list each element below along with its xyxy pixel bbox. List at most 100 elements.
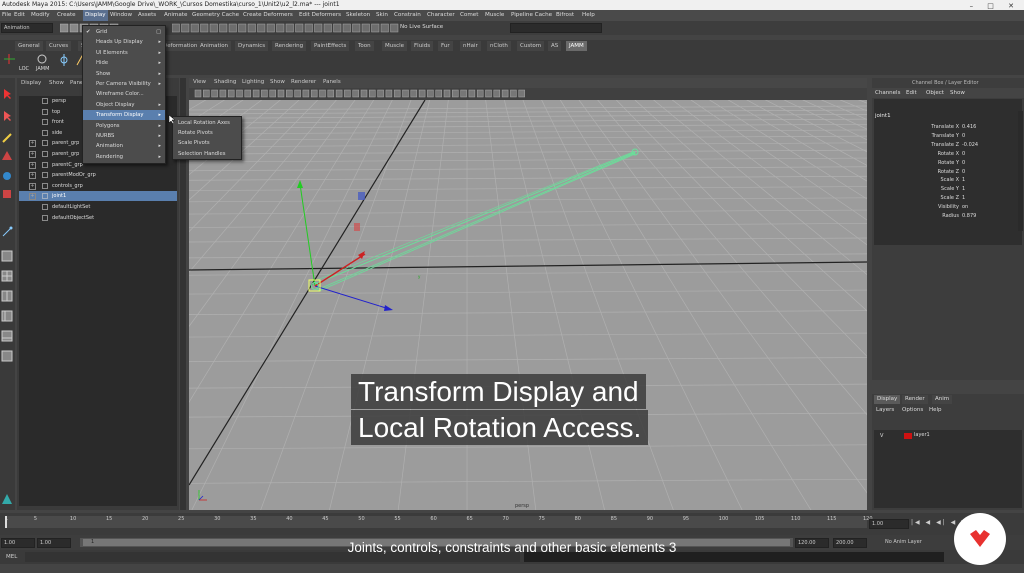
display-menu-item[interactable]: Hide ▸ xyxy=(83,58,165,68)
menu-create[interactable]: Create xyxy=(57,10,76,21)
channel-attribute[interactable]: Translate Y0 xyxy=(874,133,1022,141)
layer-color-swatch[interactable] xyxy=(904,433,912,439)
layout-outliner-icon[interactable] xyxy=(1,310,13,322)
attribute-value[interactable]: 0 xyxy=(962,151,965,157)
transform-submenu-item[interactable]: Rotate Pivots xyxy=(173,128,241,138)
z-axis-arrow[interactable] xyxy=(384,305,393,311)
outliner-item[interactable]: + parentModOr_grp xyxy=(19,170,177,180)
y-axis-arrow[interactable] xyxy=(297,180,303,188)
channel-menu-channels[interactable]: Channels xyxy=(875,90,900,96)
expand-icon[interactable]: + xyxy=(29,172,36,180)
menu-animate[interactable]: Animate xyxy=(164,10,187,21)
expand-icon[interactable]: + xyxy=(29,182,36,190)
viewport-menu-renderer[interactable]: Renderer xyxy=(291,79,316,85)
menu-constrain[interactable]: Constrain xyxy=(394,10,421,21)
attribute-value[interactable]: 0.416 xyxy=(962,124,976,130)
attribute-value[interactable]: on xyxy=(962,204,968,210)
menu-character[interactable]: Character xyxy=(427,10,455,21)
option-box-icon[interactable]: □ xyxy=(156,27,161,37)
shelf-tab-custom[interactable]: Custom xyxy=(517,41,545,51)
channel-attribute[interactable]: Translate X 0.416 xyxy=(874,124,1022,132)
attribute-value[interactable]: 0 xyxy=(962,160,965,166)
shelf-tab-rendering[interactable]: Rendering xyxy=(272,41,307,51)
attribute-value[interactable]: 1 xyxy=(962,195,965,201)
display-menu-item[interactable]: Show ▸ xyxy=(83,69,165,79)
menu-create-deformers[interactable]: Create Deformers xyxy=(243,10,293,21)
shelf-tab-general[interactable]: General xyxy=(15,41,43,51)
menu-muscle[interactable]: Muscle xyxy=(485,10,504,21)
display-menu-item[interactable]: Wireframe Color... xyxy=(83,89,165,99)
menu-display[interactable]: Display xyxy=(83,10,108,21)
time-slider[interactable]: 1510152025303540455055606570758085909510… xyxy=(0,513,1024,535)
manipulator-icon[interactable] xyxy=(1,226,13,238)
display-menu-item[interactable]: Heads Up Display ▸ xyxy=(83,37,165,47)
select-tool-icon[interactable] xyxy=(1,88,13,100)
outliner-item[interactable]: defaultLightSet xyxy=(19,202,177,212)
layer-tab-anim[interactable]: Anim xyxy=(932,395,953,404)
layout-two-icon[interactable] xyxy=(1,290,13,302)
channel-attribute[interactable]: Rotate Y0 xyxy=(874,160,1022,168)
layout-single-icon[interactable] xyxy=(1,250,13,262)
viewport-menu-shading[interactable]: Shading xyxy=(214,79,236,85)
channel-menu-object[interactable]: Object xyxy=(926,90,944,96)
menu-pipeline-cache[interactable]: Pipeline Cache xyxy=(511,10,552,21)
layer-menu-layers[interactable]: Layers xyxy=(876,407,894,413)
viewport-menu-lighting[interactable]: Lighting xyxy=(242,79,264,85)
display-menu-item[interactable]: NURBS ▸ xyxy=(83,131,165,141)
display-menu-item[interactable]: Object Display ▸ xyxy=(83,100,165,110)
display-menu-item[interactable]: UI Elements ▸ xyxy=(83,48,165,58)
outliner-menu-show[interactable]: Show xyxy=(49,80,64,86)
jamm-icon[interactable] xyxy=(36,54,48,65)
menu-window[interactable]: Window xyxy=(110,10,132,21)
display-menu-item[interactable]: ✔ Grid □ xyxy=(83,27,165,37)
shelf-tab-muscle[interactable]: Muscle xyxy=(382,41,408,51)
menu-skeleton[interactable]: Skeleton xyxy=(346,10,370,21)
display-menu-item[interactable]: Polygons ▸ xyxy=(83,121,165,131)
paint-tool-icon[interactable] xyxy=(1,132,13,144)
layer-name[interactable]: layer1 xyxy=(914,432,930,438)
menu-edit[interactable]: Edit xyxy=(14,10,25,21)
viewport-menu-panels[interactable]: Panels xyxy=(323,79,341,85)
mode-selector[interactable]: Animation xyxy=(1,23,53,33)
lasso-tool-icon[interactable] xyxy=(1,110,13,122)
channel-attribute[interactable]: Scale Y1 xyxy=(874,186,1022,194)
channel-attribute[interactable]: Scale Z1 xyxy=(874,195,1022,203)
shelf-tab-deformation[interactable]: Deformation xyxy=(160,41,201,51)
shelf-tab-fluids[interactable]: Fluids xyxy=(411,41,434,51)
attribute-value[interactable]: 0 xyxy=(962,169,965,175)
attribute-value[interactable]: 0 xyxy=(962,133,965,139)
shelf-tab-fur[interactable]: Fur xyxy=(438,41,453,51)
channel-attribute[interactable]: Translate Z -0.024 xyxy=(874,142,1022,150)
transform-submenu-item[interactable]: Scale Pivots xyxy=(173,138,241,148)
move-tool-icon[interactable] xyxy=(1,150,13,162)
layout-four-icon[interactable] xyxy=(1,270,13,282)
shelf-tab-jamm[interactable]: JAMM xyxy=(566,41,587,51)
menu-skin[interactable]: Skin xyxy=(376,10,388,21)
channel-menu-show[interactable]: Show xyxy=(950,90,965,96)
display-menu-item[interactable]: Transform Display ▸ xyxy=(83,110,165,121)
channel-attribute[interactable]: Visibility on xyxy=(874,204,1022,212)
channel-attribute[interactable]: Rotate Z0 xyxy=(874,169,1022,177)
display-menu-item[interactable]: Animation ▸ xyxy=(83,141,165,151)
layer-menu-help[interactable]: Help xyxy=(929,407,942,413)
menu-help[interactable]: Help xyxy=(582,10,595,21)
menu-comet[interactable]: Comet xyxy=(460,10,478,21)
snap-icons[interactable] xyxy=(171,23,412,33)
loc-icon[interactable] xyxy=(3,53,16,65)
layout-graph-icon[interactable] xyxy=(1,330,13,342)
rotate-tool-icon[interactable] xyxy=(1,170,13,182)
menu-bifrost[interactable]: Bifrost xyxy=(556,10,574,21)
outliner-item[interactable]: + controls_grp xyxy=(19,181,177,191)
outliner-item[interactable]: + joint1 xyxy=(19,191,177,202)
input-field[interactable] xyxy=(510,23,602,33)
channel-attribute[interactable]: Rotate X0 xyxy=(874,151,1022,159)
shelf-tab-as[interactable]: AS xyxy=(548,41,562,51)
expand-icon[interactable]: + xyxy=(29,140,36,148)
channel-menu-edit[interactable]: Edit xyxy=(906,90,917,96)
scale-tool-icon[interactable] xyxy=(1,188,13,200)
current-frame-field[interactable]: 1.00 xyxy=(869,519,909,529)
menu-assets[interactable]: Assets xyxy=(138,10,156,21)
layer-menu-options[interactable]: Options xyxy=(902,407,923,413)
layer-tab-display[interactable]: Display xyxy=(874,395,901,404)
display-menu-item[interactable]: Per Camera Visibility ▸ xyxy=(83,79,165,89)
